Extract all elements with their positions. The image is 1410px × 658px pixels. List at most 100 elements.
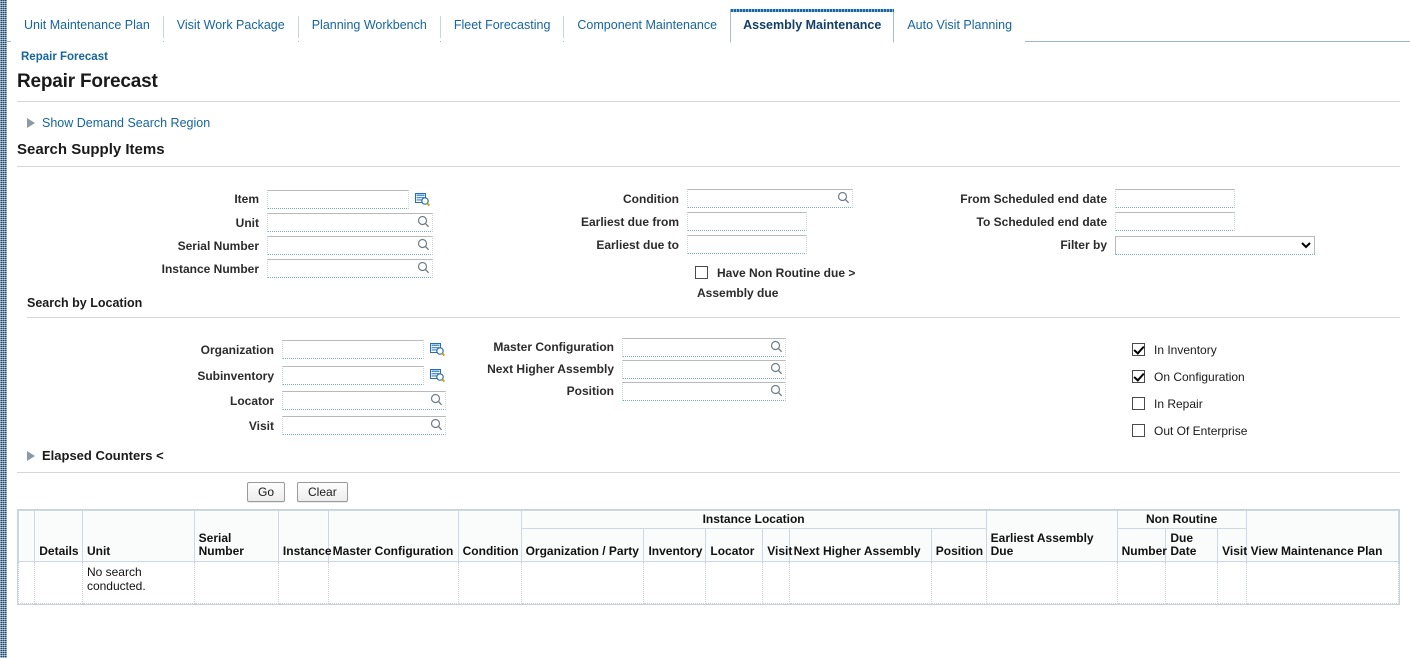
- th-view-maintenance-plan[interactable]: View Maintenance Plan: [1245, 510, 1400, 562]
- th-master-configuration[interactable]: Master Configuration: [327, 510, 459, 562]
- out-of-enterprise-checkbox[interactable]: [1132, 424, 1145, 437]
- locator-input[interactable]: [282, 391, 446, 410]
- supply-column-2: Condition Earliest due from Earliest due…: [567, 187, 855, 301]
- field-item: Item: [147, 187, 433, 211]
- field-earliest-due-to: Earliest due to: [567, 233, 855, 256]
- position-search-icon[interactable]: [770, 384, 783, 398]
- th-locator[interactable]: Locator: [705, 528, 764, 562]
- earliest-due-to-input[interactable]: [687, 235, 807, 254]
- tab-component-maintenance[interactable]: Component Maintenance: [564, 9, 731, 42]
- next-higher-assembly-search-icon[interactable]: [770, 362, 783, 376]
- master-configuration-input[interactable]: [622, 337, 786, 357]
- field-label-visit: Visit: [248, 418, 274, 433]
- th-group-instance-location: Instance Location: [520, 510, 987, 529]
- visit-search-icon[interactable]: [430, 418, 443, 432]
- condition-search-icon[interactable]: [837, 191, 850, 205]
- page-content: Repair Forecast Repair Forecast Show Dem…: [7, 42, 1410, 658]
- cell-organization-party: [520, 561, 645, 604]
- th-condition[interactable]: Condition: [457, 510, 522, 562]
- th-non-routine-due-date[interactable]: Due Date: [1165, 528, 1219, 562]
- unit-search-icon[interactable]: [417, 215, 430, 229]
- tab-planning-workbench[interactable]: Planning Workbench: [298, 9, 440, 42]
- th-position[interactable]: Position: [930, 528, 987, 562]
- from-scheduled-end-date-input[interactable]: [1115, 189, 1235, 208]
- demand-search-disclosure[interactable]: Show Demand Search Region: [7, 102, 1410, 130]
- on-configuration-checkbox[interactable]: [1132, 370, 1145, 383]
- subinventory-input[interactable]: [282, 366, 424, 385]
- tab-fleet-forecasting[interactable]: Fleet Forecasting: [440, 9, 564, 42]
- field-label-instance-number: Instance Number: [161, 261, 259, 276]
- triangle-right-icon[interactable]: [27, 450, 35, 461]
- unit-input[interactable]: [267, 213, 433, 232]
- earliest-due-from-input-wrap: [687, 212, 807, 231]
- cell-next-higher-assembly: [788, 561, 932, 604]
- visit-input[interactable]: [282, 416, 446, 435]
- tab-assembly-maintenance[interactable]: Assembly Maintenance: [730, 9, 895, 43]
- next-higher-assembly-input-wrap: [622, 359, 786, 379]
- th-inventory[interactable]: Inventory: [643, 528, 707, 562]
- th-non-routine-number[interactable]: Number: [1116, 528, 1167, 562]
- th-earliest-assembly-due[interactable]: Earliest Assembly Due: [985, 510, 1118, 562]
- field-label-condition: Condition: [623, 191, 679, 206]
- have-non-routine-due-checkbox[interactable]: [695, 266, 708, 279]
- organization-lov-search-icon[interactable]: [430, 342, 446, 357]
- th-serial-number[interactable]: Serial Number: [193, 510, 279, 562]
- field-label-from-scheduled-end-date: From Scheduled end date: [960, 191, 1107, 206]
- tab-visit-work-package[interactable]: Visit Work Package: [163, 9, 298, 42]
- th-unit[interactable]: Unit: [81, 510, 195, 562]
- next-higher-assembly-input[interactable]: [622, 359, 786, 379]
- in-repair-checkbox[interactable]: [1132, 397, 1145, 410]
- locator-search-icon[interactable]: [430, 393, 443, 407]
- instance-number-search-icon[interactable]: [417, 261, 430, 275]
- location-column-1: Organization Subinventory Locator Visit: [117, 336, 446, 438]
- elapsed-counters-label: Elapsed Counters <: [42, 448, 164, 463]
- tab-unit-maintenance-plan[interactable]: Unit Maintenance Plan: [11, 9, 163, 42]
- tab-auto-visit-planning[interactable]: Auto Visit Planning: [894, 9, 1026, 42]
- th-visit[interactable]: Visit: [762, 528, 792, 562]
- cell-serial-number: [193, 561, 279, 604]
- elapsed-counters-disclosure[interactable]: Elapsed Counters <: [7, 446, 1410, 463]
- field-instance-number: Instance Number: [147, 257, 433, 280]
- th-next-higher-assembly[interactable]: Next Higher Assembly: [788, 528, 932, 562]
- field-locator: Locator: [117, 388, 446, 413]
- subinventory-lov-search-icon[interactable]: [430, 368, 446, 383]
- item-lov-search-icon[interactable]: [415, 192, 431, 207]
- left-rail-decoration: [0, 0, 7, 658]
- organization-input[interactable]: [282, 340, 424, 359]
- go-button[interactable]: Go: [247, 482, 286, 502]
- th-organization-party[interactable]: Organization / Party: [520, 528, 645, 562]
- item-input[interactable]: [267, 189, 409, 209]
- position-input[interactable]: [622, 381, 786, 401]
- cell-locator: [705, 561, 764, 604]
- show-demand-search-region-link[interactable]: Show Demand Search Region: [42, 116, 210, 130]
- instance-number-input[interactable]: [267, 259, 433, 278]
- field-label-unit: Unit: [235, 215, 259, 230]
- serial-number-search-icon[interactable]: [417, 238, 430, 252]
- field-position: Position: [462, 380, 786, 402]
- th-details[interactable]: Details: [34, 510, 83, 562]
- breadcrumb[interactable]: Repair Forecast: [7, 42, 1410, 65]
- field-label-to-scheduled-end-date: To Scheduled end date: [976, 214, 1107, 229]
- field-unit: Unit: [147, 211, 433, 234]
- checkbox-in-repair[interactable]: In Repair: [1132, 390, 1247, 417]
- field-organization: Organization: [117, 336, 446, 363]
- clear-button[interactable]: Clear: [297, 482, 348, 502]
- to-scheduled-end-date-input[interactable]: [1115, 212, 1235, 231]
- condition-input-wrap: [687, 189, 853, 208]
- cell-position: [930, 561, 987, 604]
- triangle-right-icon[interactable]: [27, 118, 35, 128]
- checkbox-on-configuration[interactable]: On Configuration: [1132, 363, 1247, 390]
- field-to-scheduled-end-date: To Scheduled end date: [952, 210, 1315, 233]
- master-configuration-search-icon[interactable]: [770, 340, 783, 354]
- application-window: Unit Maintenance Plan Visit Work Package…: [0, 0, 1410, 658]
- th-non-routine-visit[interactable]: Visit: [1217, 528, 1247, 562]
- field-label-master-configuration: Master Configuration: [493, 340, 614, 354]
- in-inventory-checkbox[interactable]: [1132, 343, 1145, 356]
- condition-input[interactable]: [687, 189, 853, 208]
- checkbox-in-inventory[interactable]: In Inventory: [1132, 336, 1247, 363]
- earliest-due-from-input[interactable]: [687, 212, 807, 231]
- th-instance[interactable]: Instance: [277, 510, 332, 562]
- filter-by-select[interactable]: [1115, 235, 1315, 255]
- checkbox-out-of-enterprise[interactable]: Out Of Enterprise: [1132, 417, 1247, 444]
- serial-number-input[interactable]: [267, 236, 433, 255]
